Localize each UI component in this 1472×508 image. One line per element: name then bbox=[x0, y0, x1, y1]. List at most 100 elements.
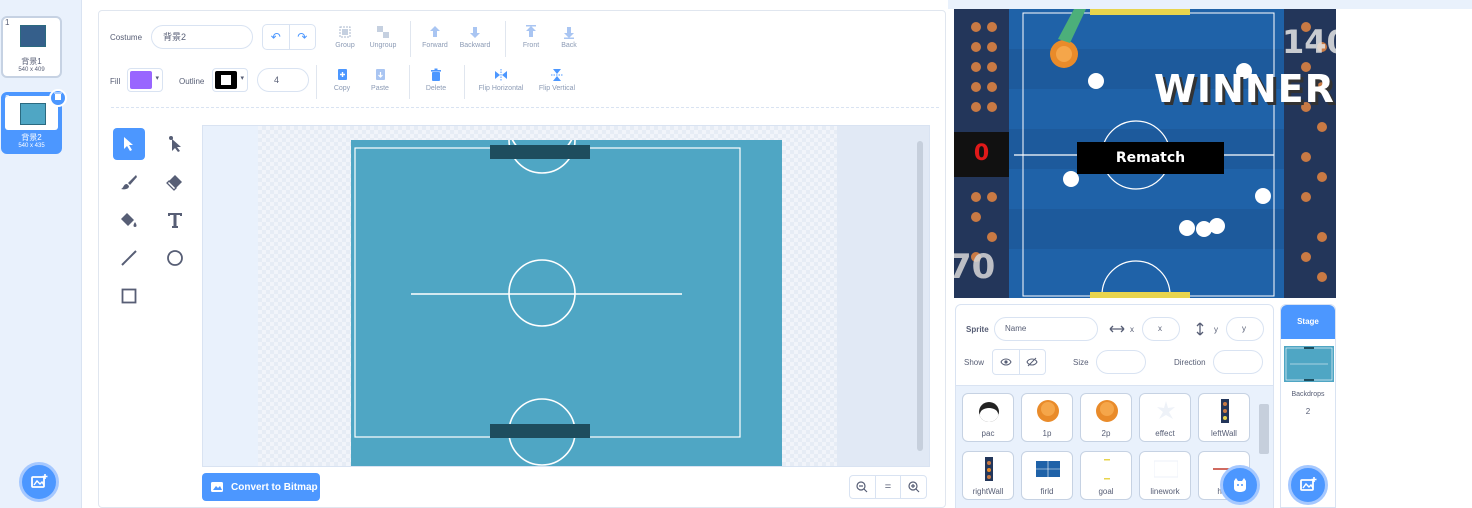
flip-horizontal-button[interactable]: Flip Horizontal bbox=[473, 68, 529, 92]
reshape-icon bbox=[169, 136, 181, 152]
sprite-thumbnail bbox=[1154, 460, 1178, 478]
sprite-tile-pac[interactable]: pac bbox=[962, 393, 1014, 442]
trash-icon bbox=[431, 68, 441, 81]
text-tool[interactable] bbox=[159, 204, 191, 236]
bottom-score: 70 bbox=[954, 247, 996, 287]
paint-canvas[interactable] bbox=[202, 125, 930, 467]
sprite-tile-2p[interactable]: 2p bbox=[1080, 393, 1132, 442]
back-button[interactable]: Back bbox=[553, 25, 585, 49]
costume-thumbnail bbox=[20, 25, 46, 47]
sprite-thumbnail bbox=[1104, 459, 1110, 480]
zoom-in-icon[interactable] bbox=[900, 476, 926, 498]
backward-button[interactable]: Backward bbox=[455, 25, 495, 49]
cat-icon bbox=[1234, 478, 1246, 492]
costume-name-input[interactable]: 背景2 bbox=[151, 25, 253, 49]
flip-vertical-button[interactable]: Flip Vertical bbox=[533, 68, 581, 92]
front-button[interactable]: Front bbox=[515, 25, 547, 49]
undo-icon[interactable]: ↶ bbox=[263, 25, 290, 49]
sprite-name-input[interactable]: Name bbox=[994, 317, 1098, 341]
paint-editor: Costume 背景2 ↶ ↷ Group Ungroup Forward Ba… bbox=[98, 10, 946, 508]
sprite-tile-effect[interactable]: effect bbox=[1139, 393, 1191, 442]
sprite-tile-goal[interactable]: goal bbox=[1080, 451, 1132, 500]
stage-tab[interactable]: Stage bbox=[1281, 305, 1335, 339]
rematch-button[interactable]: Rematch bbox=[1077, 150, 1224, 166]
undo-redo-group: ↶ ↷ bbox=[262, 24, 316, 50]
back-icon bbox=[564, 27, 574, 39]
show-eye-icon[interactable] bbox=[993, 350, 1020, 374]
outline-label: Outline bbox=[179, 77, 205, 86]
costume-size: 540 x 409 bbox=[18, 67, 45, 73]
costume-item-1[interactable]: 1 背景1 540 x 409 bbox=[1, 16, 62, 78]
ungroup-button[interactable]: Ungroup bbox=[363, 25, 403, 49]
group-button[interactable]: Group bbox=[328, 25, 362, 49]
paint-bucket-icon bbox=[121, 213, 137, 227]
x-arrows-icon bbox=[1109, 325, 1125, 333]
circle-tool[interactable] bbox=[159, 242, 191, 274]
convert-to-bitmap-button[interactable]: Convert to Bitmap bbox=[202, 473, 320, 501]
brush-icon bbox=[121, 175, 137, 190]
sprite-list-scrollbar[interactable] bbox=[1259, 404, 1269, 454]
reshape-tool[interactable] bbox=[159, 128, 191, 160]
rectangle-tool[interactable] bbox=[113, 280, 145, 312]
image-icon bbox=[211, 482, 223, 492]
copy-button[interactable]: Copy bbox=[327, 68, 357, 92]
show-toggle-group bbox=[992, 349, 1046, 375]
sprite-thumbnail bbox=[1096, 400, 1118, 422]
eraser-icon bbox=[166, 175, 182, 191]
outline-width-input[interactable]: 4 bbox=[257, 68, 309, 92]
y-arrows-icon bbox=[1196, 322, 1204, 336]
sprite-thumbnail bbox=[1037, 400, 1059, 422]
sprite-tile-rightWall[interactable]: rightWall bbox=[962, 451, 1014, 500]
brush-tool[interactable] bbox=[113, 166, 145, 198]
eraser-tool[interactable] bbox=[159, 166, 191, 198]
size-input[interactable] bbox=[1096, 350, 1146, 374]
field-backdrop-drawing bbox=[351, 140, 782, 466]
right-score: 140 bbox=[1282, 23, 1336, 61]
copy-icon bbox=[338, 69, 347, 80]
fill-color-swatch bbox=[130, 71, 152, 89]
sprite-tile-leftWall[interactable]: leftWall bbox=[1198, 393, 1250, 442]
line-tool[interactable] bbox=[113, 242, 145, 274]
select-tool[interactable] bbox=[113, 128, 145, 160]
costume-thumbnail bbox=[20, 103, 46, 125]
costume-name: 背景1 bbox=[21, 57, 42, 66]
outline-color-picker[interactable]: ▾ bbox=[212, 68, 248, 92]
add-backdrop-button[interactable] bbox=[1288, 465, 1328, 505]
fill-color-picker[interactable]: ▾ bbox=[127, 68, 163, 92]
fill-label: Fill bbox=[110, 77, 121, 86]
zoom-reset-icon[interactable]: = bbox=[874, 476, 901, 498]
y-label: y bbox=[1214, 325, 1218, 334]
sprite-thumbnail bbox=[985, 457, 993, 481]
sprite-tile-firld[interactable]: firld bbox=[1021, 451, 1073, 500]
sprite-tile-linework[interactable]: linework bbox=[1139, 451, 1191, 500]
delete-costume-icon[interactable] bbox=[49, 89, 67, 107]
left-score: 0 bbox=[973, 141, 990, 166]
text-icon bbox=[168, 213, 182, 228]
forward-icon bbox=[430, 26, 440, 37]
backward-icon bbox=[470, 27, 480, 38]
redo-icon[interactable]: ↷ bbox=[290, 25, 316, 49]
line-icon bbox=[121, 250, 137, 266]
x-input[interactable]: x bbox=[1142, 317, 1180, 341]
y-input[interactable]: y bbox=[1226, 317, 1264, 341]
add-costume-button[interactable] bbox=[19, 462, 59, 502]
paste-icon bbox=[376, 69, 385, 80]
costume-label: Costume bbox=[110, 33, 143, 42]
sprite-thumbnail bbox=[1157, 401, 1175, 419]
canvas-scrollbar[interactable] bbox=[917, 141, 923, 451]
forward-button[interactable]: Forward bbox=[417, 25, 453, 49]
add-sprite-button[interactable] bbox=[1220, 465, 1260, 505]
direction-input[interactable] bbox=[1213, 350, 1263, 374]
delete-button[interactable]: Delete bbox=[419, 68, 453, 92]
outline-color-swatch bbox=[215, 71, 237, 89]
image-icon bbox=[1300, 477, 1317, 491]
paste-button[interactable]: Paste bbox=[365, 68, 395, 92]
zoom-out-icon[interactable] bbox=[850, 476, 875, 498]
sprite-tile-1p[interactable]: 1p bbox=[1021, 393, 1073, 442]
sprite-thumbnail bbox=[1221, 399, 1229, 423]
show-label: Show bbox=[964, 358, 985, 367]
hide-eye-icon[interactable] bbox=[1020, 350, 1046, 374]
stage-canvas[interactable]: 0 140 WINNER Rematch 70 bbox=[954, 9, 1336, 298]
front-icon bbox=[526, 25, 536, 37]
fill-tool[interactable] bbox=[113, 204, 145, 236]
